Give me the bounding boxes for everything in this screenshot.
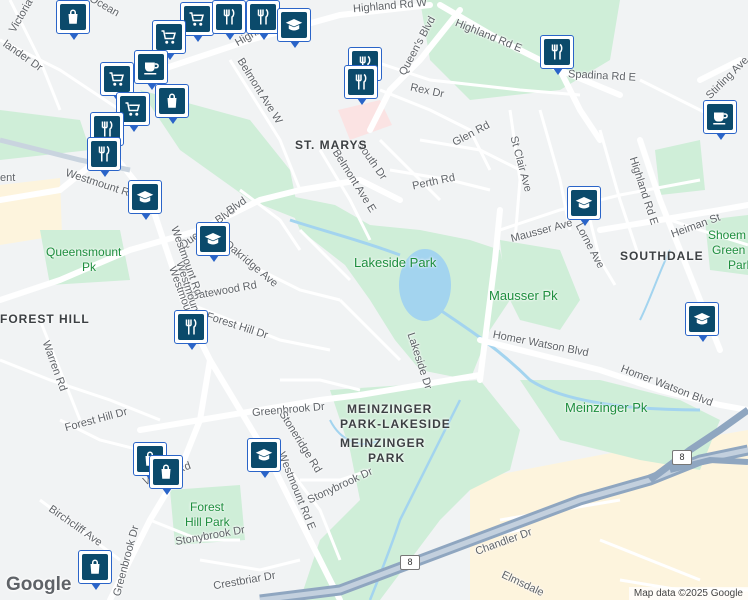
- shopping-cart-icon: [161, 30, 176, 44]
- map-attribution[interactable]: Map data ©2025 Google: [628, 587, 748, 600]
- park-label: Hill Park: [185, 515, 230, 529]
- neighbourhood-label: FOREST HILL: [0, 312, 90, 326]
- park-label: Pk: [82, 260, 97, 274]
- shopping-cart-pin[interactable]: [100, 62, 134, 102]
- neighbourhood-label: SOUTHDALE: [620, 249, 704, 263]
- cafe-icon: [713, 112, 728, 125]
- park-label: Queensmount: [46, 245, 122, 259]
- restaurant-icon: [355, 73, 367, 90]
- school-icon: [285, 19, 303, 31]
- cafe-pin[interactable]: [134, 50, 168, 90]
- cafe-pin[interactable]: [703, 100, 737, 140]
- shopping-bag-icon: [90, 559, 100, 574]
- school-icon: [204, 233, 222, 245]
- school-pin[interactable]: [277, 8, 311, 48]
- school-icon: [693, 313, 711, 325]
- school-pin[interactable]: [567, 186, 601, 226]
- shopping-cart-icon: [109, 72, 124, 86]
- restaurant-icon: [257, 8, 269, 25]
- school-icon: [255, 449, 273, 461]
- restaurant-pin[interactable]: [344, 65, 378, 105]
- google-logo[interactable]: Google: [6, 574, 71, 596]
- restaurant-icon: [551, 43, 563, 60]
- shopping-bag-icon: [167, 93, 177, 108]
- shopping-bag-pin[interactable]: [78, 550, 112, 590]
- park-label: Green: [712, 243, 746, 257]
- shopping-bag-pin[interactable]: [56, 0, 90, 40]
- park-label: Lakeside Park: [354, 255, 437, 270]
- school-pin[interactable]: [685, 302, 719, 342]
- cafe-icon: [144, 62, 159, 75]
- neighbourhood-label: MEINZINGER: [340, 436, 426, 450]
- highway-8-shield: 8: [400, 555, 420, 570]
- school-pin[interactable]: [247, 438, 281, 478]
- park-label: Park: [728, 258, 748, 272]
- school-icon: [575, 197, 593, 209]
- school-pin[interactable]: [128, 180, 162, 220]
- shopping-cart-icon: [189, 12, 204, 26]
- neighbourhood-label: PARK-LAKESIDE: [340, 417, 451, 431]
- school-icon: [136, 191, 154, 203]
- restaurant-icon: [98, 145, 110, 162]
- shopping-bag-icon: [161, 464, 171, 479]
- shopping-bag-pin[interactable]: [155, 84, 189, 124]
- shopping-cart-icon: [125, 102, 140, 116]
- shopping-bag-icon: [68, 9, 78, 24]
- school-pin[interactable]: [196, 222, 230, 262]
- restaurant-pin[interactable]: [212, 0, 246, 40]
- park-label: Shoem: [708, 228, 747, 242]
- restaurant-icon: [101, 120, 113, 137]
- park-label: Mausser Pk: [489, 288, 558, 303]
- restaurant-icon: [223, 8, 235, 25]
- neighbourhood-label: ST. MARYS: [295, 138, 368, 152]
- neighbourhood-label: PARK: [368, 451, 406, 465]
- highway-8-shield: 8: [672, 450, 692, 465]
- restaurant-pin[interactable]: [540, 35, 574, 75]
- park-label: Meinzinger Pk: [565, 400, 648, 415]
- restaurant-pin[interactable]: [174, 310, 208, 350]
- restaurant-icon: [185, 318, 197, 335]
- street-label: ent: [0, 172, 16, 184]
- restaurant-pin[interactable]: [87, 137, 121, 177]
- park-label: Forest: [190, 500, 225, 514]
- shopping-cart-pin[interactable]: [152, 20, 186, 60]
- restaurant-pin[interactable]: [246, 0, 280, 40]
- shopping-bag-pin[interactable]: [149, 455, 183, 495]
- neighbourhood-label: MEINZINGER: [347, 402, 433, 416]
